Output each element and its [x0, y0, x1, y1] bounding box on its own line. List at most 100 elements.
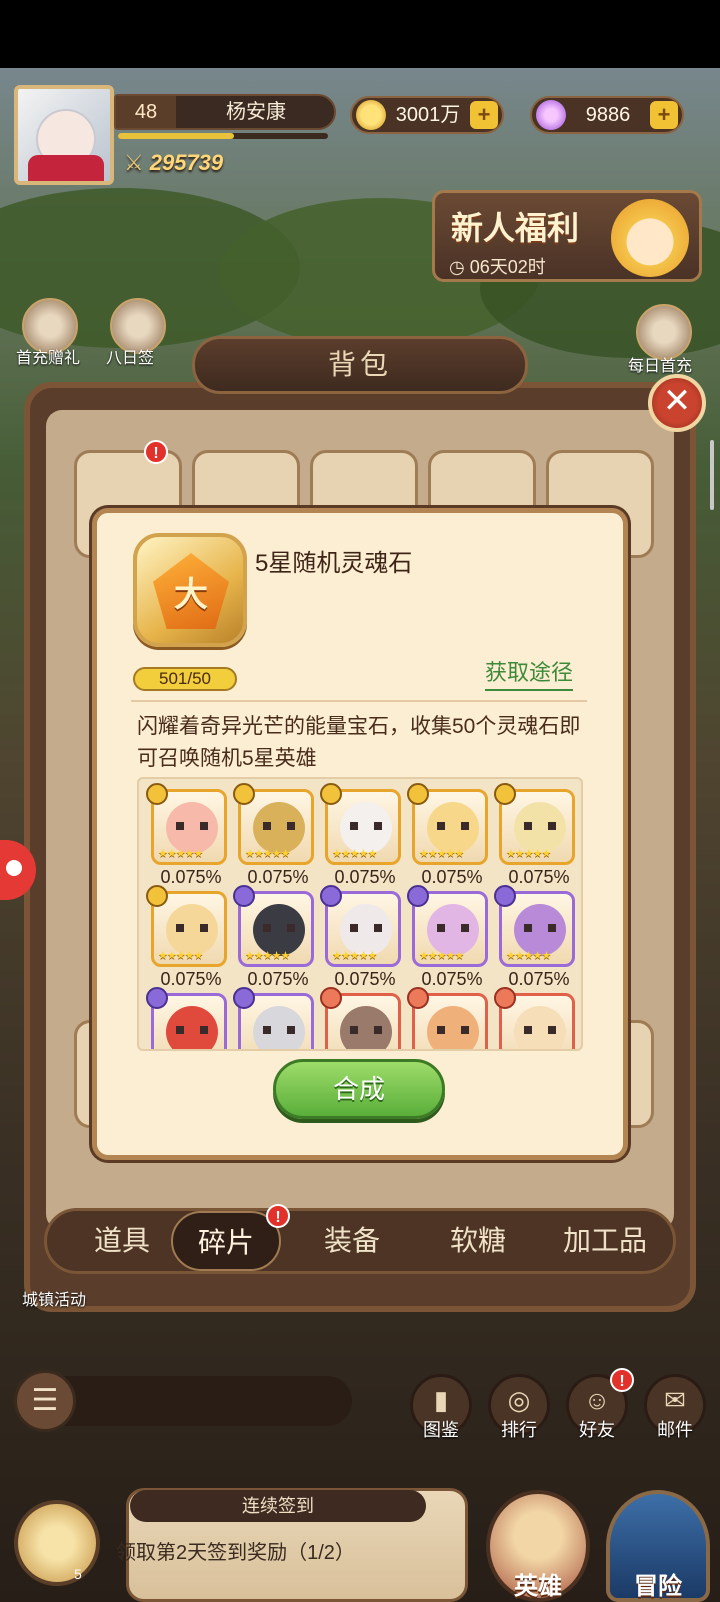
hero-pool-item[interactable]: ★★★★★ 0.075% — [146, 885, 233, 990]
faction-badge-icon — [233, 885, 255, 907]
first-recharge-label: 首充赠礼 — [16, 350, 81, 367]
hero-pool-item[interactable]: ★★★★★ 0.075% — [320, 885, 407, 990]
faction-badge-icon — [146, 885, 168, 907]
hero-pool-item[interactable]: ★★★★★ — [146, 987, 233, 1049]
hero-pool-item[interactable]: ★★★★★ 0.075% — [407, 885, 494, 990]
player-name: 杨安康 — [226, 101, 286, 123]
star-rating-icon: ★★★★★ — [419, 848, 464, 860]
hero-eyes — [176, 822, 208, 830]
faction-badge-icon — [407, 783, 429, 805]
hero-pool-item[interactable]: ★★★★★ 0.075% — [146, 783, 233, 888]
mail-icon: ✉ — [664, 1385, 686, 1415]
tab-items[interactable]: 道具 — [67, 1211, 177, 1271]
combat-power-value: 295739 — [149, 150, 224, 175]
scrollbar[interactable] — [710, 440, 714, 510]
hero-eyes — [437, 822, 469, 830]
tab-processed-goods[interactable]: 加工品 — [543, 1211, 667, 1271]
star-rating-icon: ★★★★★ — [245, 950, 290, 962]
faction-badge-icon — [233, 987, 255, 1009]
clock-icon: ◷ — [449, 257, 470, 277]
hero-pool-item[interactable]: ★★★★★ — [320, 987, 407, 1049]
hero-pool-item[interactable]: ★★★★★ 0.075% — [407, 783, 494, 888]
chat-bubble-icon[interactable]: ☰ — [14, 1370, 76, 1432]
player-level: 48 — [116, 96, 176, 128]
medal-icon: ◎ — [507, 1385, 531, 1415]
gold-currency: 3001万 + — [350, 96, 504, 134]
fragments-tab-badge: ! — [266, 1204, 290, 1228]
codex-label: 图鉴 — [423, 1420, 459, 1440]
hero-eyes — [263, 924, 295, 932]
signin-icon[interactable] — [14, 1500, 100, 1586]
hero-pool-item[interactable]: ★★★★★ — [407, 987, 494, 1049]
hero-eyes — [524, 1026, 556, 1034]
combat-power: ⚔ 295739 — [124, 150, 223, 176]
hero-eyes — [524, 924, 556, 932]
signin-header: 连续签到 — [130, 1490, 426, 1522]
hero-drop-rate: 0.075% — [247, 867, 309, 887]
alert-badge: ! — [144, 440, 168, 464]
hero-pool-item[interactable]: ★★★★★ 0.075% — [494, 885, 581, 990]
faction-badge-icon — [146, 987, 168, 1009]
gold-coin-icon — [356, 100, 386, 130]
bag-tab-bar: 道具 碎片 装备 软糖 加工品 — [44, 1208, 676, 1274]
hero-pool-item[interactable]: ★★★★★ 0.075% — [233, 885, 320, 990]
hero-pool-item[interactable]: ★★★★★ — [233, 987, 320, 1049]
add-gold-button[interactable]: + — [470, 101, 498, 129]
faction-badge-icon — [320, 885, 342, 907]
tab-gummies[interactable]: 软糖 — [423, 1211, 533, 1271]
hero-pool-list[interactable]: ★★★★★ 0.075% ★★★★★ 0.075% ★★★★★ 0.075% ★★★★★ 0.… — [137, 777, 583, 1051]
gem-value: 9886 — [585, 104, 631, 126]
gold-value: 3001万 — [395, 104, 461, 126]
newbie-timer: ◷ 06天02时 — [449, 253, 546, 279]
hero-pool-item[interactable]: ★★★★★ 0.075% — [320, 783, 407, 888]
book-icon: ▮ — [433, 1385, 449, 1415]
daily-recharge-label: 每日首充 — [628, 358, 693, 375]
hero-drop-rate: 0.075% — [160, 969, 222, 989]
faction-badge-icon — [494, 885, 516, 907]
town-event-label: 城镇活动 — [22, 1292, 87, 1309]
newbie-welfare-banner[interactable]: 新人福利 ◷ 06天02时 — [432, 190, 702, 282]
hero-drop-rate: 0.075% — [247, 969, 309, 989]
item-description: 闪耀着奇异光芒的能量宝石，收集50个灵魂石即可召唤随机5星英雄 — [137, 715, 581, 770]
close-icon[interactable]: ✕ — [648, 374, 706, 432]
compose-button[interactable]: 合成 — [273, 1059, 445, 1119]
hero-drop-rate: 0.075% — [334, 867, 396, 887]
signin-reward-text: 领取第2天签到奖励（1/2） — [116, 1542, 355, 1564]
star-rating-icon: ★★★★★ — [506, 848, 551, 860]
faction-badge-icon — [494, 987, 516, 1009]
ranking-label: 排行 — [501, 1420, 537, 1440]
add-gems-button[interactable]: + — [650, 101, 678, 129]
star-rating-icon: ★★★★★ — [158, 848, 203, 860]
diamond-icon — [536, 100, 566, 130]
star-rating-icon: ★★★★★ — [158, 950, 203, 962]
divider — [131, 700, 587, 702]
eight-day-signin-label: 八日签 — [106, 350, 155, 367]
hero-pool-item[interactable]: ★★★★★ 0.075% — [494, 783, 581, 888]
faction-badge-icon — [407, 885, 429, 907]
star-rating-icon: ★★★★★ — [506, 950, 551, 962]
item-detail-popup: 大 501/50 5星随机灵魂石 获取途径 闪耀着奇异光芒的能量宝石，收集50个… — [92, 508, 628, 1160]
star-rating-icon: ★★★★★ — [332, 848, 377, 860]
tab-equipment[interactable]: 装备 — [297, 1211, 407, 1271]
hero-pool-item[interactable]: ★★★★★ — [494, 987, 581, 1049]
soul-stone-icon: 大 — [133, 533, 247, 647]
faction-badge-icon — [320, 987, 342, 1009]
hero-pool-item[interactable]: ★★★★★ 0.075% — [233, 783, 320, 888]
friends-badge: ! — [610, 1368, 634, 1392]
hero-drop-rate: 0.075% — [508, 867, 570, 887]
hero-eyes — [524, 822, 556, 830]
newbie-timer-value: 06天02时 — [469, 257, 546, 277]
star-rating-icon: ★★★★★ — [332, 950, 377, 962]
faction-badge-icon — [233, 783, 255, 805]
hero-eyes — [350, 924, 382, 932]
hero-eyes — [437, 924, 469, 932]
bag-title: 背包 — [192, 336, 528, 394]
tab-fragments[interactable]: 碎片 — [171, 1211, 281, 1271]
hero-drop-rate: 0.075% — [421, 969, 483, 989]
xp-fill — [118, 133, 234, 139]
player-avatar[interactable] — [14, 85, 114, 185]
hero-eyes — [176, 1026, 208, 1034]
gem-glyph: 大 — [174, 576, 208, 614]
acquire-path-link[interactable]: 获取途径 — [485, 655, 574, 691]
hero-eyes — [350, 822, 382, 830]
